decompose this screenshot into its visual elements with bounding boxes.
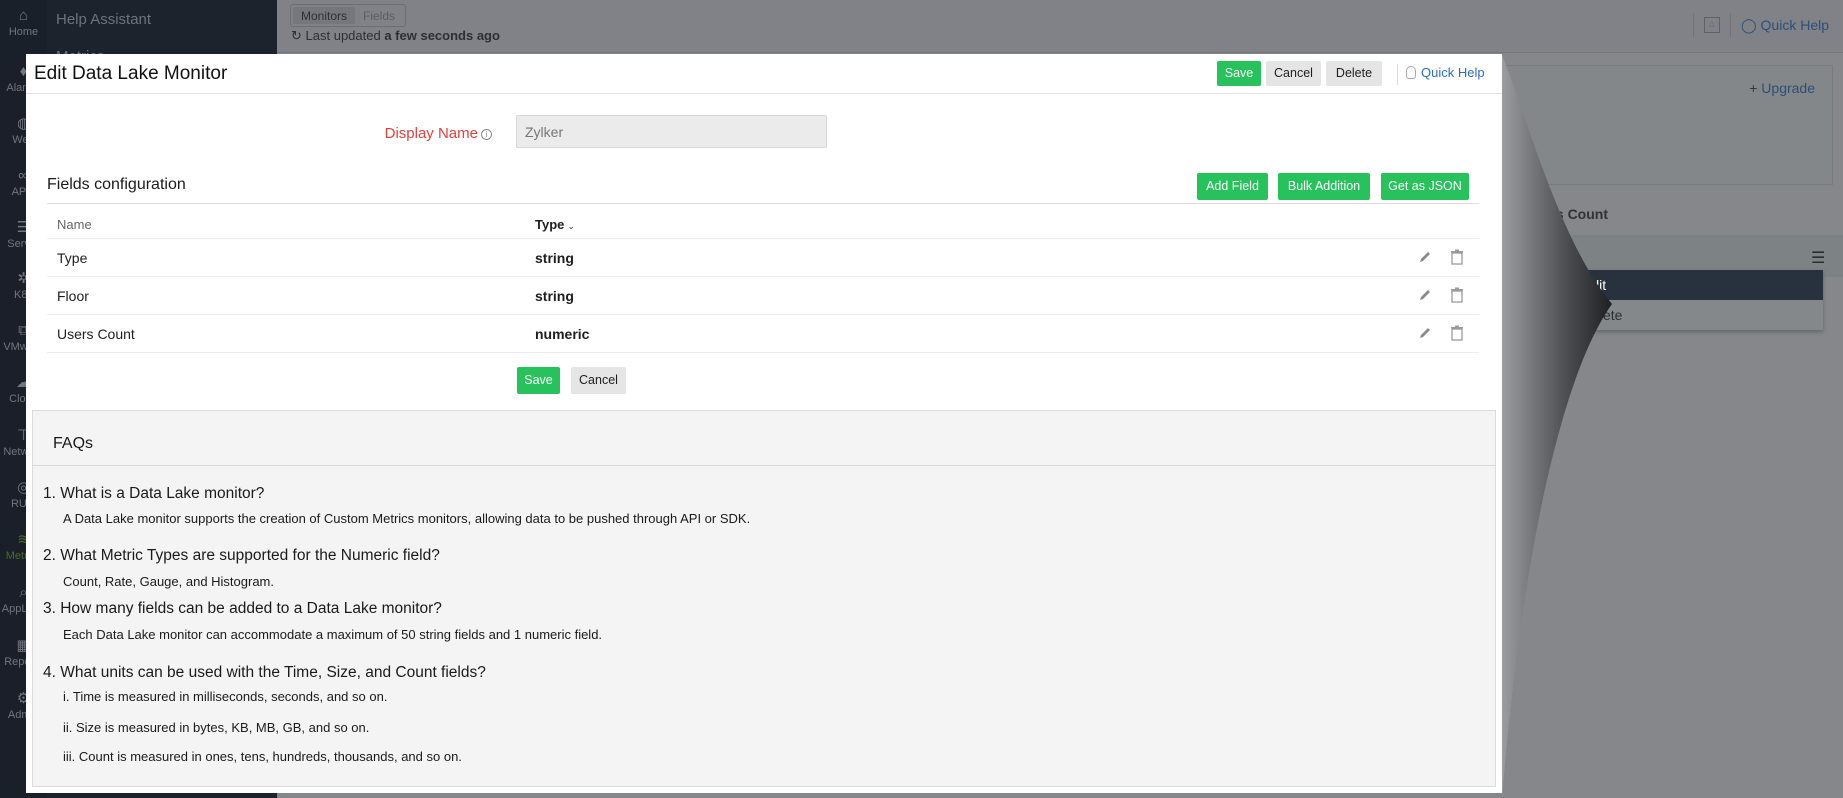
context-menu: Edit Delete: [1571, 270, 1823, 330]
pencil-icon[interactable]: [1417, 325, 1433, 341]
lightbulb-icon: ◯: [1740, 16, 1757, 33]
page-header: Monitors Fields ↻ Last updated a few sec…: [277, 0, 1843, 53]
table-row: Type string: [47, 239, 1479, 277]
faq-answer: Each Data Lake monitor can accommodate a…: [63, 627, 603, 642]
divider: [1729, 13, 1731, 37]
header-cancel-button[interactable]: Cancel: [1266, 61, 1321, 86]
nav-item-home[interactable]: ⌂ Home: [0, 0, 47, 50]
trash-icon[interactable]: [1450, 249, 1464, 265]
upgrade-label: Upgrade: [1761, 80, 1815, 96]
display-name-input[interactable]: [516, 115, 827, 148]
pencil-icon[interactable]: [1417, 287, 1433, 303]
last-updated-value: a few seconds ago: [384, 28, 500, 43]
rpm-text: rpm =: [1531, 303, 1567, 318]
attributes-count-heading: ributes Count: [1517, 206, 1608, 222]
quick-help-label: Quick Help: [1760, 16, 1829, 33]
info-icon[interactable]: i: [481, 129, 492, 140]
bulk-addition-button[interactable]: Bulk Addition: [1278, 173, 1370, 200]
column-header-type-label: Type: [535, 217, 565, 232]
divider: [47, 203, 1479, 204]
menu-item-delete[interactable]: Delete: [1571, 300, 1823, 330]
modal-header: Edit Data Lake Monitor Save Cancel Delet…: [26, 54, 1502, 94]
modal-title: Edit Data Lake Monitor: [34, 63, 228, 84]
get-as-json-button[interactable]: Get as JSON: [1381, 173, 1469, 200]
pencil-icon[interactable]: [1417, 249, 1433, 265]
faq-answer: i. Time is measured in milliseconds, sec…: [63, 689, 388, 704]
faq-answer: A Data Lake monitor supports the creatio…: [63, 511, 751, 526]
field-type: numeric: [535, 326, 590, 342]
field-type: string: [535, 288, 574, 304]
quick-help-link[interactable]: ◯ Quick Help: [1741, 17, 1829, 34]
upgrade-link[interactable]: + Upgrade: [1749, 80, 1815, 96]
field-name: Type: [57, 250, 88, 266]
faq-question: 1. What is a Data Lake monitor?: [43, 485, 265, 502]
quick-help-label: Quick Help: [1421, 65, 1485, 80]
view-toggle: Monitors Fields: [290, 4, 407, 27]
quick-help-link[interactable]: Quick Help: [1406, 65, 1485, 80]
faq-answer: Count, Rate, Gauge, and Histogram.: [63, 574, 275, 589]
tab-monitors[interactable]: Monitors: [293, 7, 356, 24]
nav-label: Home: [8, 26, 39, 38]
last-updated-label: Last updated: [305, 28, 381, 43]
plus-icon: +: [1749, 80, 1758, 96]
faq-answer: iii. Count is measured in ones, tens, hu…: [63, 749, 462, 764]
refresh-icon[interactable]: ↻: [291, 28, 302, 43]
home-icon[interactable]: ⌂: [1703, 17, 1720, 33]
faq-title: FAQs: [53, 435, 94, 452]
add-field-button[interactable]: Add Field: [1197, 173, 1268, 200]
home-icon: ⌂: [18, 7, 29, 24]
divider: [1692, 13, 1694, 37]
faq-section: FAQs 1. What is a Data Lake monitor? A D…: [32, 410, 1496, 787]
chevron-down-icon: ⌄: [567, 221, 575, 231]
trash-icon[interactable]: [1450, 325, 1464, 341]
display-name-text: Display Name: [384, 125, 478, 142]
fields-table: Name Type ⌄ Type string Floor string User…: [47, 211, 1479, 353]
last-updated: ↻ Last updated a few seconds ago: [291, 28, 500, 44]
hamburger-menu-icon[interactable]: ☰: [1811, 248, 1825, 268]
form-cancel-button[interactable]: Cancel: [571, 367, 626, 394]
table-header-row: Name Type ⌄: [47, 211, 1479, 239]
edit-monitor-modal: Edit Data Lake Monitor Save Cancel Delet…: [26, 54, 1502, 793]
trash-icon[interactable]: [1450, 287, 1464, 303]
faq-question: 2. What Metric Types are supported for t…: [43, 547, 440, 564]
header-save-button[interactable]: Save: [1217, 61, 1261, 86]
table-row: Floor string: [47, 277, 1479, 315]
field-name: Users Count: [57, 326, 135, 342]
table-row: Users Count numeric: [47, 315, 1479, 353]
field-name: Floor: [57, 288, 89, 304]
divider: [33, 465, 1495, 466]
column-header-name[interactable]: Name: [57, 217, 92, 232]
field-type: string: [535, 250, 574, 266]
fields-configuration-title: Fields configuration: [47, 176, 186, 193]
tab-fields[interactable]: Fields: [355, 7, 403, 24]
column-header-type[interactable]: Type ⌄: [535, 217, 575, 232]
plan-card: + Upgrade: [1502, 65, 1833, 185]
faq-answer: ii. Size is measured in bytes, KB, MB, G…: [63, 720, 370, 735]
faq-question: 3. How many fields can be added to a Dat…: [43, 600, 442, 617]
header-actions: ⌂ ◯ Quick Help: [1692, 13, 1829, 37]
faq-question: 4. What units can be used with the Time,…: [43, 664, 486, 681]
lightbulb-icon: [1406, 66, 1416, 79]
header-delete-button[interactable]: Delete: [1326, 61, 1382, 86]
form-save-button[interactable]: Save: [517, 367, 560, 394]
menu-item-edit[interactable]: Edit: [1571, 270, 1823, 300]
display-name-label: Display Name i: [342, 125, 492, 142]
help-assistant-link[interactable]: Help Assistant: [56, 11, 151, 28]
divider: [1397, 64, 1398, 85]
